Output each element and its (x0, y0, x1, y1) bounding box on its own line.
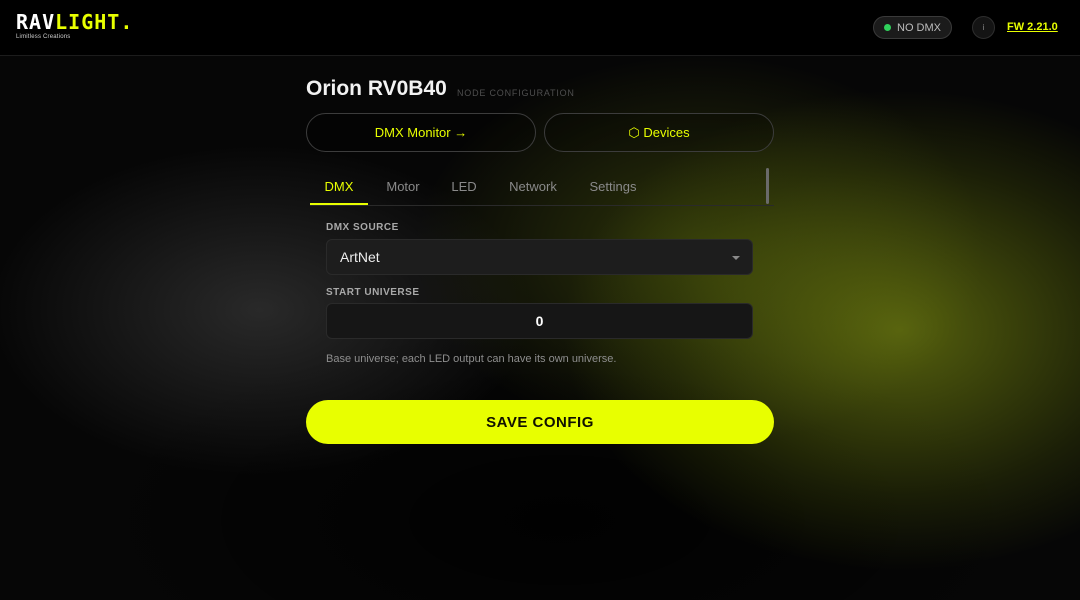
dmx-monitor-button[interactable]: DMX Monitor → (306, 113, 536, 152)
start-universe-label: START UNIVERSE (326, 287, 420, 298)
dmx-monitor-label: DMX Monitor → (374, 125, 468, 140)
info-icon: i (982, 23, 985, 32)
info-button[interactable]: i (972, 16, 995, 39)
devices-button[interactable]: ⬡ Devices (544, 113, 774, 152)
ravlight-logo: RAVLIGHT. Limitless Creations (16, 12, 133, 40)
save-config-button[interactable]: SAVE CONFIG (306, 400, 774, 444)
page-title: Orion RV0B40 (306, 77, 447, 100)
dmx-status-text: NO DMX (897, 21, 941, 34)
start-universe-input[interactable] (326, 303, 753, 339)
status-dot-icon (884, 24, 891, 31)
config-tabs: DMX Motor LED Network Settings (310, 166, 774, 206)
tab-settings[interactable]: Settings (580, 166, 646, 205)
logo-wordmark-part2: LIGHT. (55, 10, 134, 34)
dmx-source-label: DMX SOURCE (326, 222, 399, 233)
tab-motor[interactable]: Motor (372, 166, 434, 205)
firmware-version-link[interactable]: FW 2.21.0 (1007, 21, 1058, 33)
dmx-source-value: ArtNet (340, 249, 380, 265)
devices-label: ⬡ Devices (628, 124, 690, 140)
tab-led[interactable]: LED (442, 166, 486, 205)
dmx-source-select[interactable]: ArtNet (326, 239, 753, 275)
universe-hint: Base universe; each LED output can have … (326, 353, 617, 365)
tab-network[interactable]: Network (498, 166, 568, 205)
tabs-scrollbar[interactable] (766, 168, 769, 204)
page-subtitle: NODE CONFIGURATION (457, 88, 575, 98)
chevron-down-icon (732, 256, 740, 260)
tab-dmx[interactable]: DMX (310, 166, 368, 205)
logo-wordmark-part1: RAV (16, 10, 56, 34)
top-bar: RAVLIGHT. Limitless Creations NO DMX i F… (0, 0, 1080, 56)
logo-tagline: Limitless Creations (16, 34, 71, 40)
dmx-status-badge: NO DMX (873, 16, 952, 39)
